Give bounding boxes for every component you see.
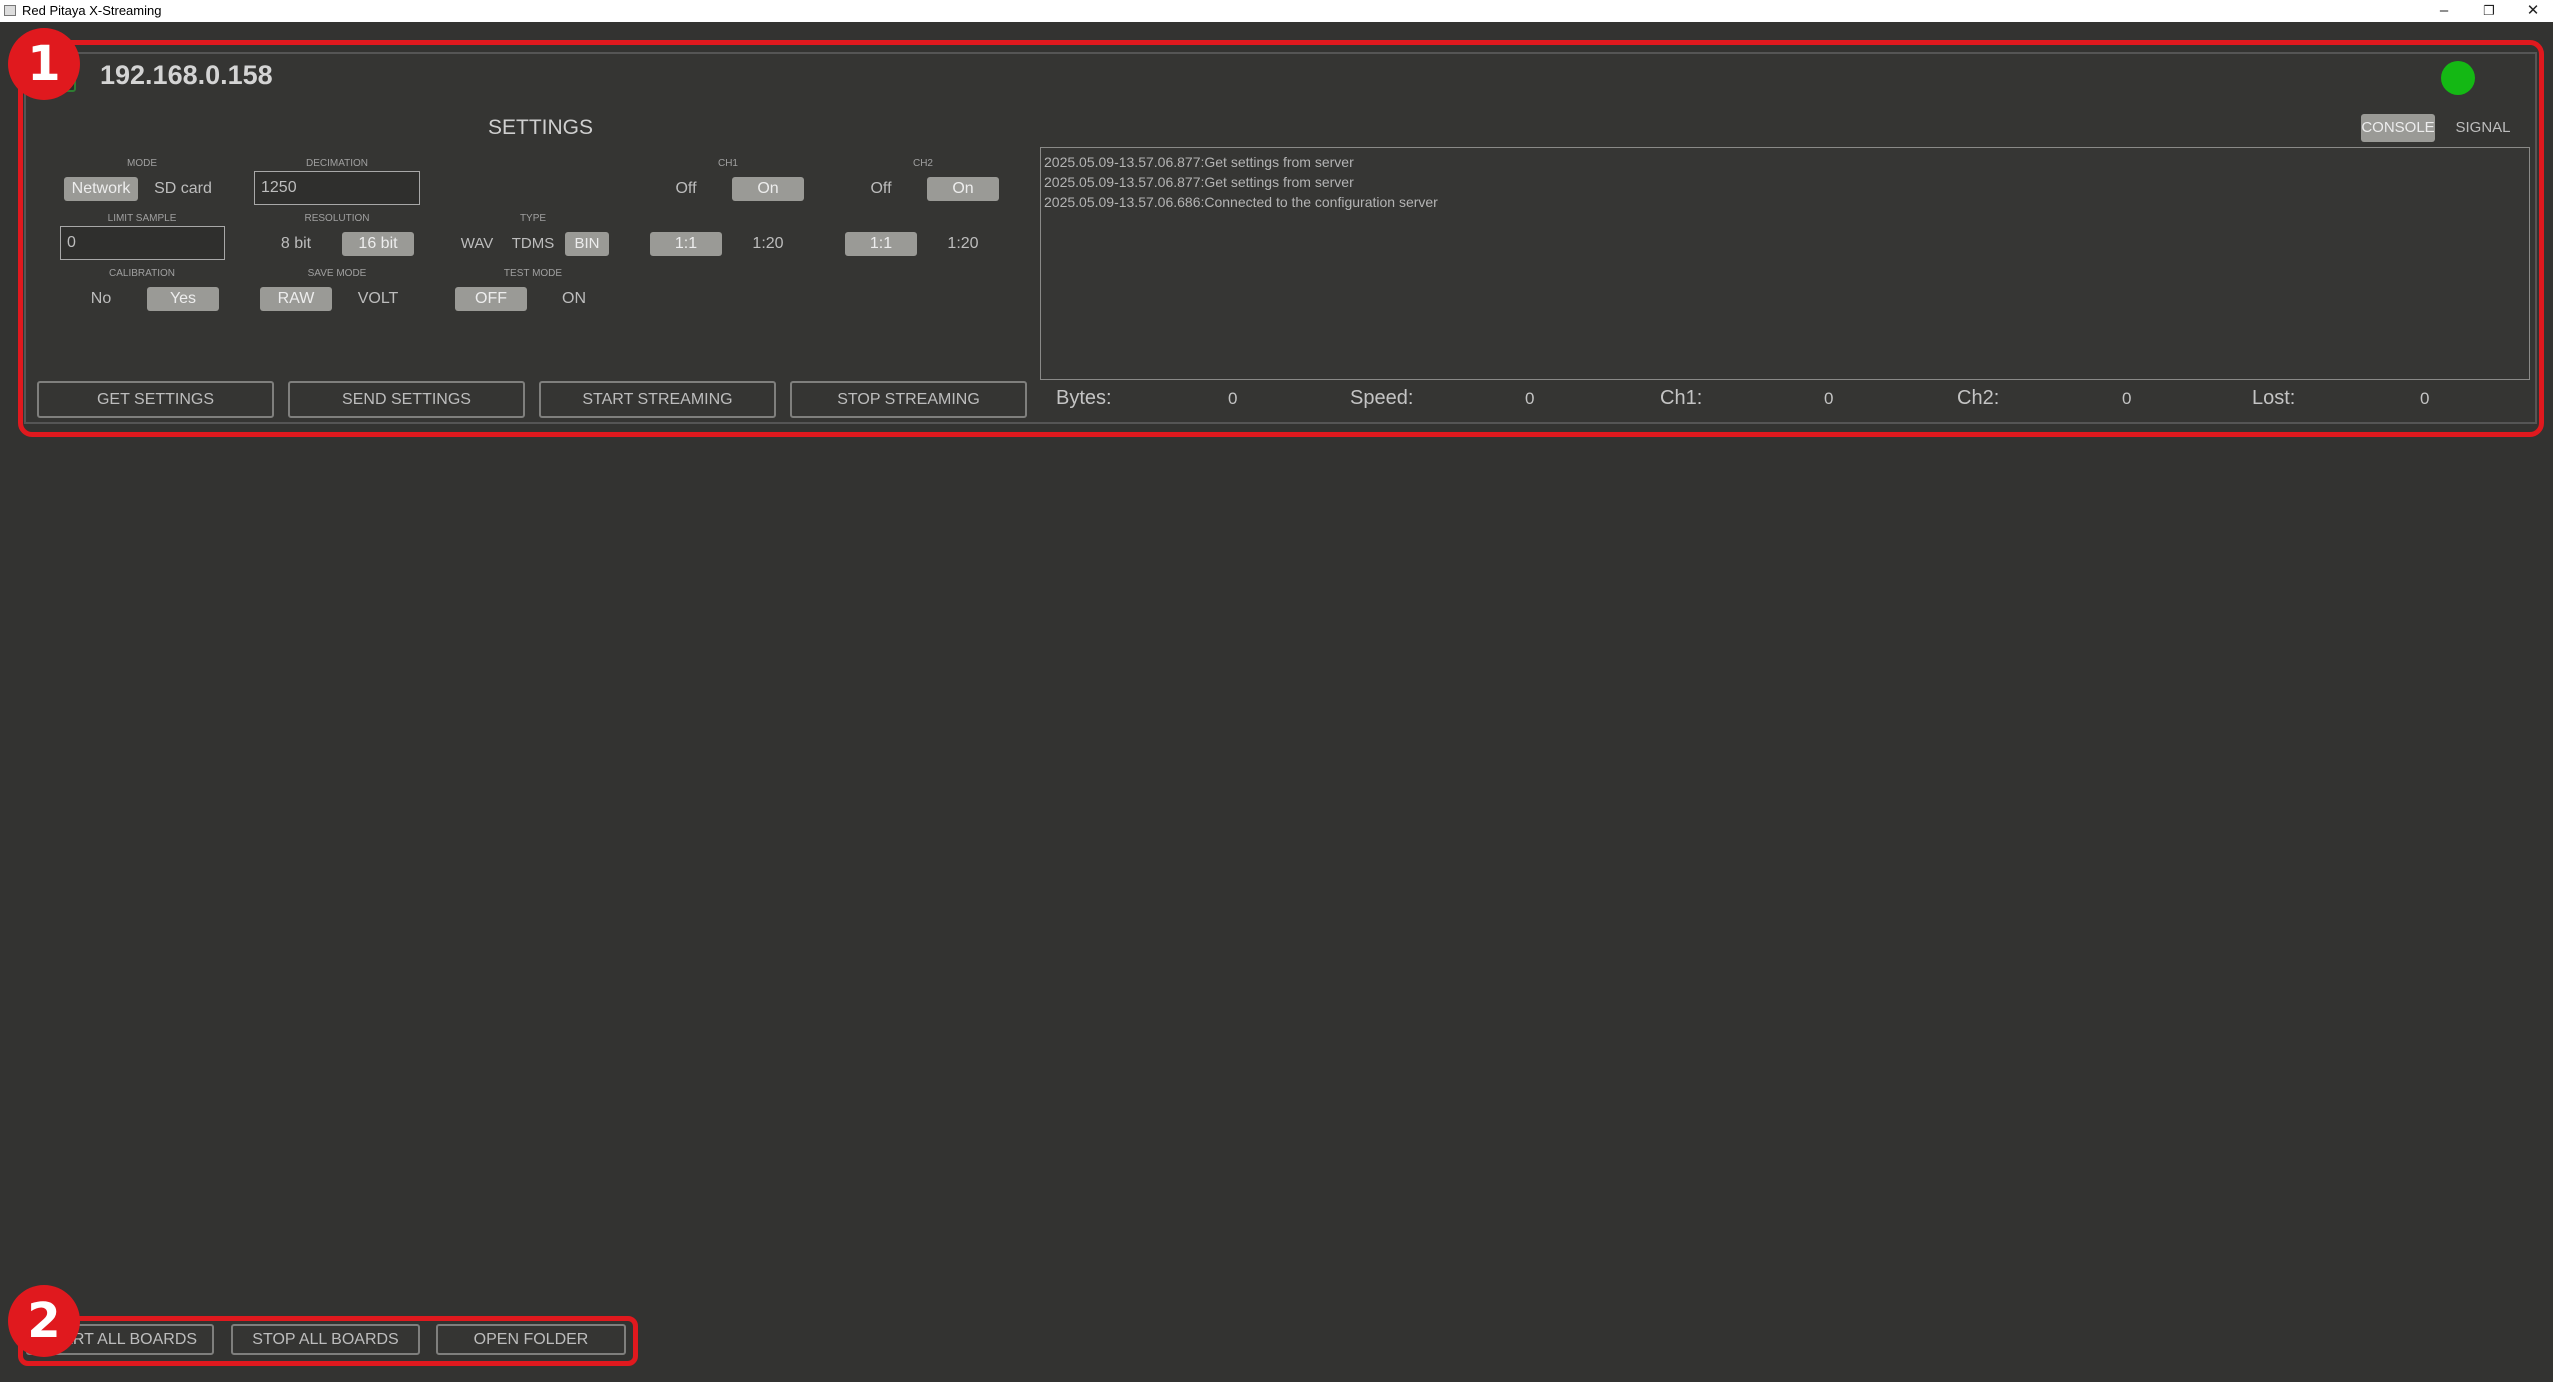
window-title: Red Pitaya X-Streaming: [22, 3, 162, 18]
highlight-board-section: [18, 40, 2544, 437]
highlight-footer-section: [18, 1316, 638, 1366]
annotation-marker-1: 1: [8, 28, 80, 100]
restore-icon[interactable]: ❐: [2469, 0, 2509, 22]
title-bar: Red Pitaya X-Streaming – ❐ ✕: [0, 0, 2553, 22]
close-icon[interactable]: ✕: [2513, 0, 2553, 22]
app-icon: [4, 5, 16, 16]
minimize-icon[interactable]: –: [2424, 0, 2464, 22]
annotation-marker-2: 2: [8, 1285, 80, 1357]
